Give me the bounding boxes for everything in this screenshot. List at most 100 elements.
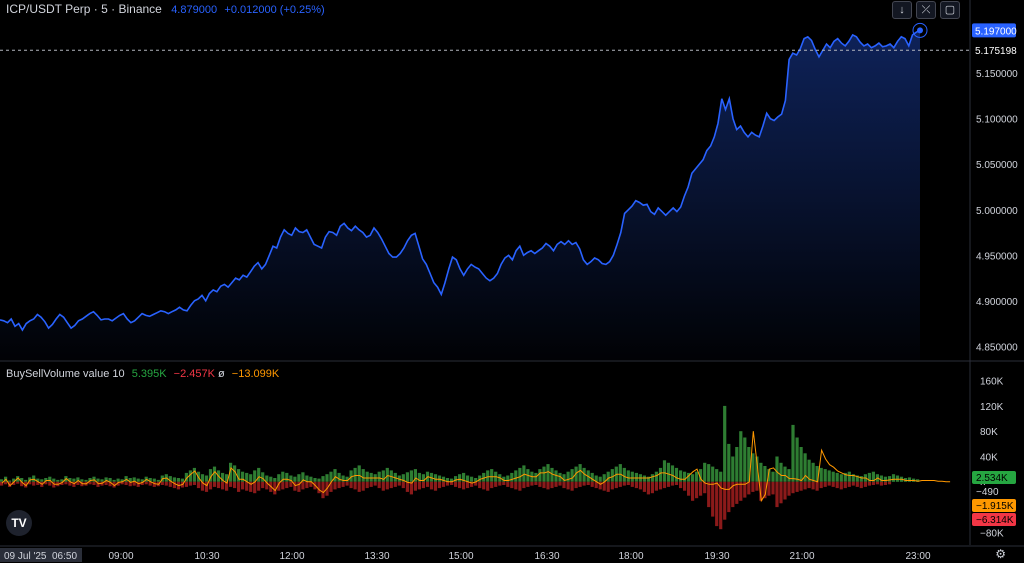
buy-volume-bar	[839, 474, 843, 482]
sell-volume-bar	[550, 481, 554, 489]
sell-volume-bar	[373, 481, 377, 486]
buy-volume-bar	[24, 479, 28, 482]
sell-volume-bar	[301, 481, 305, 490]
sell-volume-bar	[582, 481, 586, 486]
buy-volume-bar	[658, 467, 663, 482]
buy-volume-bar	[180, 478, 184, 482]
buy-volume-bar	[409, 470, 413, 482]
buy-volume-bar	[152, 478, 156, 482]
sell-volume-bar	[212, 481, 217, 487]
buy-volume-bar	[859, 476, 863, 482]
sell-volume-bar	[699, 481, 703, 496]
sell-volume-bar	[289, 481, 293, 487]
tradingview-logo[interactable]: TV	[6, 510, 32, 536]
buy-volume-bar	[313, 478, 317, 482]
time-tick-label: 18:00	[618, 551, 643, 562]
buy-volume-bar	[831, 471, 835, 482]
sell-volume-bar	[421, 481, 425, 489]
sell-volume-bar	[281, 481, 285, 490]
sell-volume-bar	[715, 481, 719, 527]
buy-volume-bar	[357, 465, 361, 482]
price-tick-label: 4.900000	[976, 297, 1018, 308]
buy-volume-bar	[719, 471, 723, 482]
buy-volume-bar	[895, 475, 900, 482]
time-cursor-label: 06:50	[52, 551, 77, 562]
sell-volume-bar	[839, 481, 843, 490]
sell-volume-bar	[345, 481, 349, 486]
chart-toolbar: ↓ ⤫ ▢	[892, 1, 960, 19]
fullscreen-icon[interactable]: ▢	[940, 1, 960, 19]
volume-tick-label: 160K	[980, 377, 1004, 388]
sell-volume-bar	[751, 481, 755, 492]
sell-volume-bar	[791, 481, 795, 494]
buy-volume-bar	[317, 478, 321, 482]
collapse-icon[interactable]: ⤫	[916, 1, 936, 19]
sell-volume-bar	[32, 481, 36, 486]
buy-volume-bar	[176, 478, 180, 482]
buy-volume-bar	[490, 469, 494, 482]
sell-volume-bar	[626, 481, 630, 485]
sell-volume-bar	[124, 481, 128, 485]
sell-volume-bar	[887, 481, 892, 485]
buy-volume-bar	[277, 474, 281, 482]
buy-volume-bar	[40, 479, 44, 482]
buy-volume-bar	[365, 471, 369, 482]
buy-volume-bar	[799, 447, 803, 482]
buy-volume-bar	[80, 479, 84, 482]
buy-volume-bar	[795, 437, 799, 482]
sell-volume-bar	[606, 481, 610, 492]
sell-volume-bar	[695, 481, 699, 499]
sell-volume-bar	[747, 481, 751, 495]
buy-volume-bar	[622, 467, 626, 482]
sell-volume-bar	[630, 481, 634, 487]
buy-volume-bar	[96, 478, 100, 482]
sell-volume-bar	[815, 481, 819, 491]
sell-volume-bar	[843, 481, 847, 489]
price-tick-label: 5.150000	[976, 69, 1018, 80]
sell-volume-bar	[787, 481, 791, 496]
buy-volume-bar	[333, 469, 337, 482]
sell-volume-bar	[92, 481, 96, 485]
symbol-title[interactable]: ICP/USDT Perp · 5 · Binance	[6, 2, 162, 16]
price-tick-label: 5.000000	[976, 206, 1018, 217]
buy-volume-bar	[642, 475, 646, 482]
buy-volume-bar	[751, 453, 755, 482]
sell-volume-bar	[257, 481, 261, 491]
buy-volume-bar	[405, 472, 409, 482]
buy-volume-bar	[309, 476, 313, 482]
sell-volume-bar	[365, 481, 369, 489]
sell-volume-bar	[566, 481, 570, 490]
buy-volume-bar	[566, 471, 570, 482]
sell-volume-bar	[819, 481, 823, 489]
buy-volume-bar	[727, 443, 731, 482]
buy-volume-bar	[514, 470, 518, 482]
sell-volume-bar	[337, 481, 341, 489]
sell-volume-bar	[433, 481, 438, 491]
sell-volume-bar	[389, 481, 393, 489]
buy-volume-bar	[723, 405, 727, 482]
sell-volume-bar	[650, 481, 654, 494]
sell-volume-bar	[510, 481, 514, 489]
buy-volume-bar	[377, 471, 381, 482]
sell-volume-bar	[795, 481, 799, 492]
buy-volume-bar	[321, 476, 325, 482]
buy-volume-bar	[385, 467, 389, 482]
arrow-down-icon[interactable]: ↓	[892, 1, 912, 19]
buy-volume-bar	[739, 431, 743, 482]
gear-icon[interactable]: ⚙	[995, 547, 1006, 561]
buy-volume-bar	[381, 470, 385, 482]
sell-volume-bar	[454, 481, 458, 487]
sell-volume-bar	[233, 481, 237, 489]
buy-volume-bar	[337, 472, 341, 482]
sell-volume-bar	[369, 481, 373, 487]
sell-volume-bar	[48, 481, 52, 486]
buy-volume-bar	[735, 447, 739, 482]
buy-volume-bar	[116, 478, 120, 482]
sell-volume-bar	[526, 481, 530, 487]
buy-volume-bar	[759, 462, 763, 482]
sell-volume-bar	[554, 481, 558, 487]
sell-volume-bar	[514, 481, 518, 490]
indicator-name[interactable]: BuySellVolume value 10	[6, 368, 125, 380]
buy-volume-bar	[883, 476, 887, 482]
sell-volume-bar	[333, 481, 337, 490]
